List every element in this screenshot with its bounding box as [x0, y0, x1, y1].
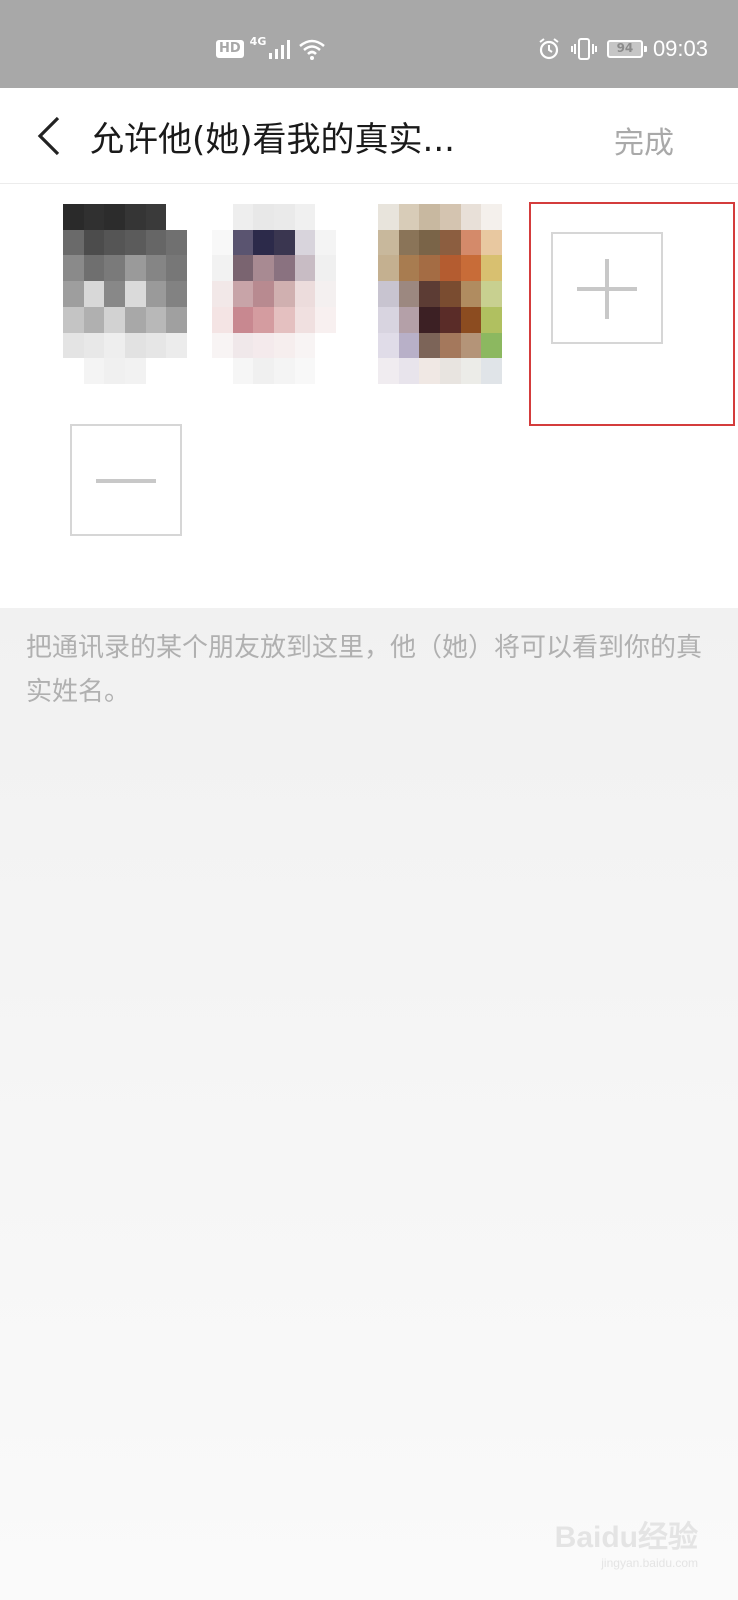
member-avatar[interactable]: [212, 204, 336, 384]
member-avatar[interactable]: [63, 204, 187, 384]
blurred-avatar-icon: [378, 204, 502, 384]
signal-icon: [269, 40, 291, 59]
alarm-icon: [539, 38, 559, 60]
top-app-bar: 允许他(她)看我的真实... 完成: [0, 88, 738, 184]
hd-icon: HD: [216, 40, 244, 58]
network-type-label: 4G: [249, 34, 267, 48]
member-grid: [0, 184, 738, 608]
status-left-icons: HD 4G: [216, 34, 326, 60]
hint-section: 把通讯录的某个朋友放到这里，他（她）将可以看到你的真实姓名。 Baidu经验 j…: [0, 608, 738, 1600]
status-right-icons: 94 09:03: [537, 36, 708, 62]
status-bar: HD 4G 94 09:03: [0, 0, 738, 88]
hint-text: 把通讯录的某个朋友放到这里，他（她）将可以看到你的真实姓名。: [26, 633, 703, 707]
wifi-icon: [299, 39, 326, 60]
watermark-brand: Baidu经验: [554, 1521, 698, 1554]
clock: 09:03: [652, 36, 708, 61]
back-button[interactable]: [30, 114, 70, 158]
chevron-left-icon: [37, 116, 60, 156]
remove-member-button[interactable]: [70, 424, 182, 536]
add-member-highlight: [529, 202, 735, 426]
blurred-avatar-icon: [63, 204, 187, 384]
battery-icon: 94: [606, 40, 647, 58]
vibrate-icon: [570, 38, 597, 60]
page-title: 允许他(她)看我的真实...: [90, 120, 455, 160]
add-member-button[interactable]: [551, 232, 663, 344]
watermark: Baidu经验 jingyan.baidu.com: [555, 1512, 698, 1570]
member-avatar[interactable]: [378, 204, 502, 384]
battery-level: 94: [616, 41, 634, 55]
done-button[interactable]: 完成: [614, 118, 674, 162]
watermark-url: jingyan.baidu.com: [601, 1556, 698, 1570]
blurred-avatar-icon: [212, 204, 336, 384]
